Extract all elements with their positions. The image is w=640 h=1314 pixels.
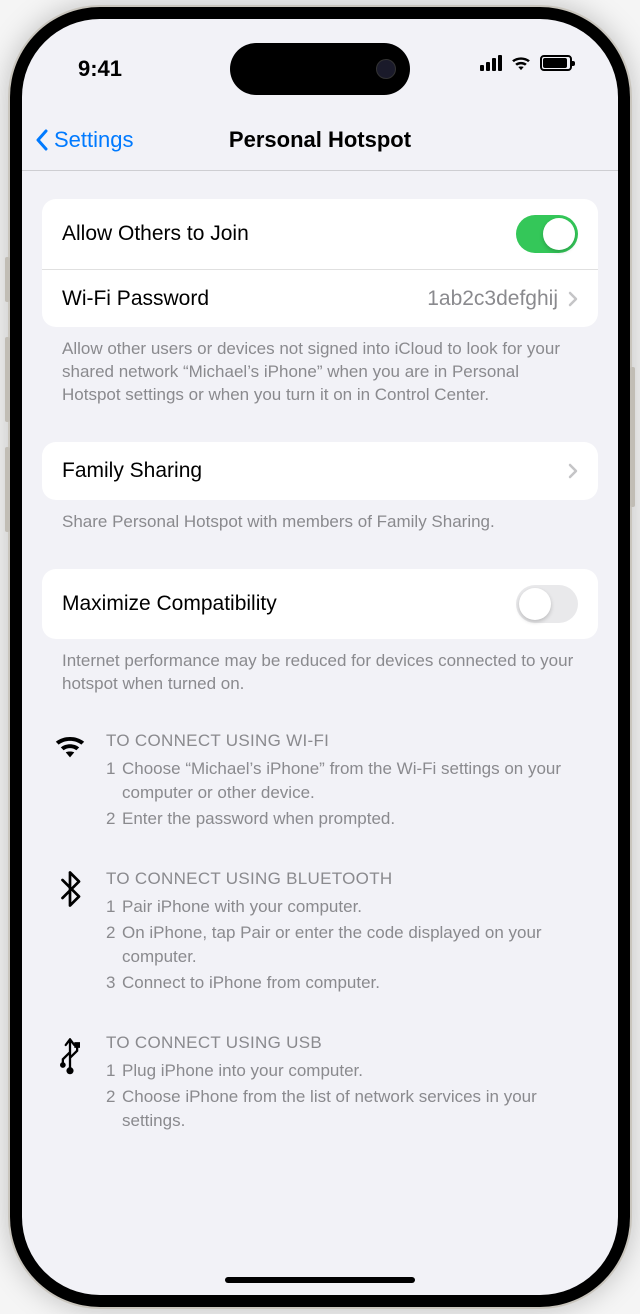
allow-others-footer: Allow other users or devices not signed … xyxy=(42,327,598,406)
group-compatibility: Maximize Compatibility xyxy=(42,569,598,639)
connect-wifi-steps: 1Choose “Michael’s iPhone” from the Wi-F… xyxy=(106,757,592,831)
connect-step: 1Plug iPhone into your computer. xyxy=(106,1059,592,1083)
row-maximize-compatibility[interactable]: Maximize Compatibility xyxy=(42,569,598,639)
connect-step: 2Enter the password when prompted. xyxy=(106,807,592,831)
group-allow-password: Allow Others to Join Wi-Fi Password 1ab2… xyxy=(42,199,598,327)
connect-bluetooth-head: TO CONNECT USING BLUETOOTH xyxy=(106,869,592,889)
back-button[interactable]: Settings xyxy=(36,127,134,153)
cellular-signal-icon xyxy=(480,55,502,71)
volume-down-button xyxy=(5,447,10,532)
usb-icon xyxy=(58,1035,82,1075)
wifi-icon xyxy=(53,733,87,759)
phone-frame: 9:41 Settings Personal Hotspot Allow Oth… xyxy=(10,7,630,1307)
maximize-compatibility-label: Maximize Compatibility xyxy=(62,592,516,616)
mute-switch xyxy=(5,257,10,302)
status-time: 9:41 xyxy=(78,56,122,82)
chevron-right-icon xyxy=(568,291,578,307)
connect-step: 1Choose “Michael’s iPhone” from the Wi-F… xyxy=(106,757,592,805)
row-allow-others[interactable]: Allow Others to Join xyxy=(42,199,598,269)
back-label: Settings xyxy=(54,127,134,153)
screen: 9:41 Settings Personal Hotspot Allow Oth… xyxy=(22,19,618,1295)
power-button xyxy=(630,367,635,507)
row-family-sharing[interactable]: Family Sharing xyxy=(42,442,598,500)
connect-wifi-section: TO CONNECT USING WI-FI 1Choose “Michael’… xyxy=(42,731,598,833)
wifi-password-label: Wi-Fi Password xyxy=(62,287,427,311)
wifi-password-value: 1ab2c3defghij xyxy=(427,287,558,311)
dynamic-island xyxy=(230,43,410,95)
allow-others-toggle[interactable] xyxy=(516,215,578,253)
connect-usb-head: TO CONNECT USING USB xyxy=(106,1033,592,1053)
bluetooth-icon xyxy=(59,871,81,907)
allow-others-label: Allow Others to Join xyxy=(62,222,516,246)
compatibility-footer: Internet performance may be reduced for … xyxy=(42,639,598,695)
connect-bluetooth-steps: 1Pair iPhone with your computer.2On iPho… xyxy=(106,895,592,995)
connect-bluetooth-section: TO CONNECT USING BLUETOOTH 1Pair iPhone … xyxy=(42,869,598,997)
status-right xyxy=(480,55,572,71)
connect-step: 2Choose iPhone from the list of network … xyxy=(106,1085,592,1133)
connect-step: 3Connect to iPhone from computer. xyxy=(106,971,592,995)
content: Allow Others to Join Wi-Fi Password 1ab2… xyxy=(22,171,618,1295)
family-sharing-footer: Share Personal Hotspot with members of F… xyxy=(42,500,598,533)
row-wifi-password[interactable]: Wi-Fi Password 1ab2c3defghij xyxy=(42,269,598,327)
connect-step: 1Pair iPhone with your computer. xyxy=(106,895,592,919)
connect-usb-steps: 1Plug iPhone into your computer.2Choose … xyxy=(106,1059,592,1133)
chevron-left-icon xyxy=(36,129,48,151)
chevron-right-icon xyxy=(568,463,578,479)
family-sharing-label: Family Sharing xyxy=(62,459,568,483)
volume-up-button xyxy=(5,337,10,422)
group-family-sharing: Family Sharing xyxy=(42,442,598,500)
maximize-compatibility-toggle[interactable] xyxy=(516,585,578,623)
nav-header: Settings Personal Hotspot xyxy=(22,109,618,171)
home-indicator[interactable] xyxy=(225,1277,415,1283)
wifi-icon xyxy=(510,55,532,71)
connect-usb-section: TO CONNECT USING USB 1Plug iPhone into y… xyxy=(42,1033,598,1135)
connect-wifi-head: TO CONNECT USING WI-FI xyxy=(106,731,592,751)
connect-step: 2On iPhone, tap Pair or enter the code d… xyxy=(106,921,592,969)
battery-icon xyxy=(540,55,572,71)
page-title: Personal Hotspot xyxy=(229,127,411,153)
